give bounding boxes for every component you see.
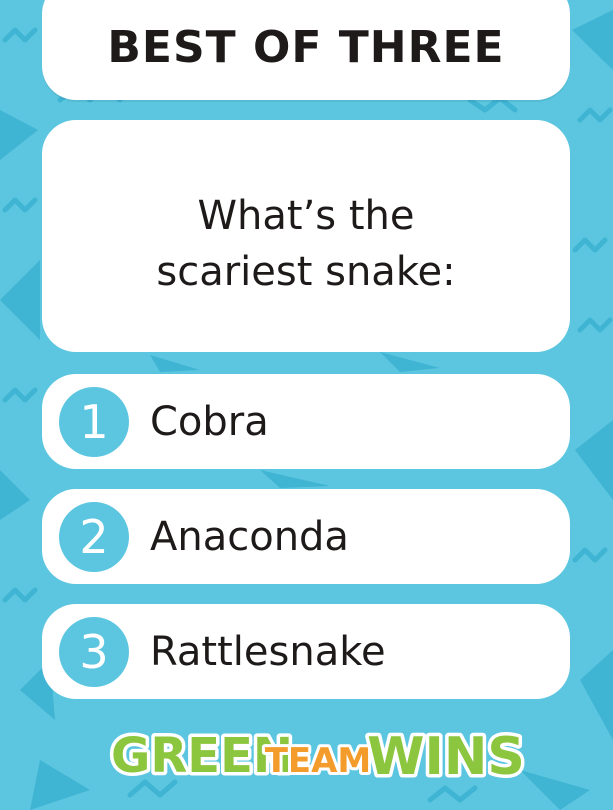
- option-label: Anaconda: [150, 514, 349, 560]
- option-2[interactable]: 2 Anaconda: [42, 489, 570, 584]
- option-label: Cobra: [150, 399, 269, 445]
- question-line-2: scariest snake:: [156, 249, 456, 295]
- page-title: BEST OF THREE: [107, 22, 505, 73]
- logo-word-wins: WINS: [367, 727, 525, 787]
- green-team-wins-logo: GREEN TEAM WINS: [107, 724, 528, 789]
- header-card: BEST OF THREE: [42, 0, 570, 100]
- option-number-badge: 1: [59, 387, 129, 457]
- option-number-badge: 2: [59, 502, 129, 572]
- option-label: Rattlesnake: [150, 629, 386, 675]
- question-line-1: What’s the: [197, 193, 415, 239]
- logo-word-team: TEAM: [265, 741, 372, 781]
- option-3[interactable]: 3 Rattlesnake: [42, 604, 570, 699]
- question-card: What’s the scariest snake:: [42, 120, 570, 352]
- option-number-badge: 3: [59, 617, 129, 687]
- option-1[interactable]: 1 Cobra: [42, 374, 570, 469]
- question-text: What’s the scariest snake:: [62, 188, 550, 300]
